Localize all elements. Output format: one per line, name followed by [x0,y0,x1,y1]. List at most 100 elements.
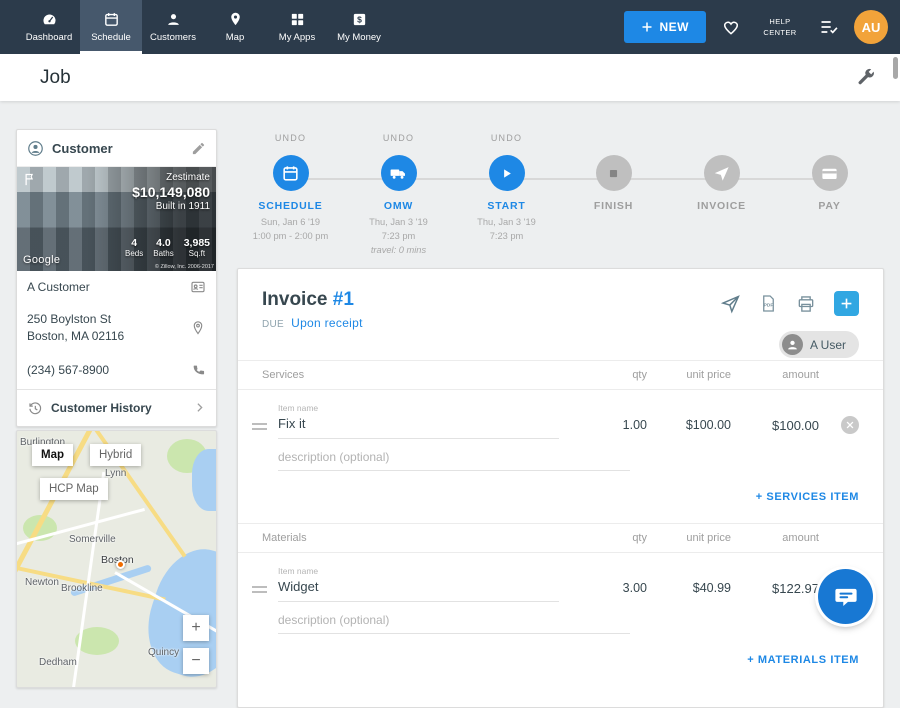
map-label-somerville: Somerville [69,534,116,545]
add-service-item-link[interactable]: + SERVICES ITEM [756,491,859,503]
customer-phone: (234) 567-8900 [27,363,109,377]
zoom-in-button[interactable]: + [183,615,209,641]
flag-icon[interactable] [23,172,38,187]
plus-icon [641,21,653,33]
customer-name: A Customer [27,280,90,294]
map-label-quincy: Quincy [148,647,179,658]
service-amount: $100.00 [731,418,819,433]
invoice-step-button[interactable] [704,155,740,191]
remove-item-icon[interactable] [841,416,859,434]
user-silhouette-icon [782,334,803,355]
tasks-icon[interactable] [819,17,839,37]
add-invoice-item-button[interactable] [834,291,859,316]
contact-card-icon[interactable] [190,279,206,295]
beds-value: 4 [125,237,143,249]
truck-icon [389,164,408,183]
apps-grid-icon [289,11,306,28]
finish-step-button[interactable] [596,155,632,191]
step-dates: Sun, Jan 6 '19 1:00 pm - 2:00 pm [237,216,344,244]
nav-tab-my-apps[interactable]: My Apps [266,0,328,54]
start-step-button[interactable] [489,155,525,191]
drag-handle-icon[interactable] [252,420,278,433]
material-description-input[interactable] [278,611,630,634]
nav-tab-label: Map [226,32,244,43]
service-unit-price[interactable]: $100.00 [647,418,731,432]
location-pin-icon[interactable] [190,320,206,336]
customer-card-title: Customer [52,141,113,156]
drag-handle-icon[interactable] [252,583,278,596]
step-label: OMW [345,200,452,212]
service-description-input[interactable] [278,448,630,471]
material-qty[interactable]: 3.00 [585,581,647,595]
service-qty[interactable]: 1.00 [585,418,647,432]
map-widget[interactable]: Burlington Lynn Somerville Boston Newton… [16,430,217,688]
nav-tab-map[interactable]: Map [204,0,266,54]
nav-tab-schedule[interactable]: Schedule [80,0,142,54]
address-line1: 250 Boylston St [27,311,124,328]
due-terms-link[interactable]: Upon receipt [291,316,363,330]
nav-tab-my-money[interactable]: $ My Money [328,0,390,54]
material-unit-price[interactable]: $40.99 [647,581,731,595]
due-label: DUE [262,319,284,330]
map-label-dedham: Dedham [39,657,77,668]
add-service-row: + SERVICES ITEM [238,471,883,523]
scrollbar-thumb[interactable] [893,57,898,79]
credit-card-icon [820,164,839,183]
sqft-label: Sq.ft [184,249,210,258]
calendar-icon [281,164,300,183]
pdf-icon[interactable]: PDF [759,294,778,313]
help-center-link[interactable]: HELP CENTER [756,16,804,39]
assigned-user-chip[interactable]: A User [779,331,859,358]
send-invoice-icon[interactable] [720,293,741,314]
add-material-item-link[interactable]: + MATERIALS ITEM [747,654,859,666]
nav-tab-dashboard[interactable]: Dashboard [18,0,80,54]
customer-history-row[interactable]: Customer History [17,390,216,426]
invoice-actions: PDF [720,291,859,316]
item-name-label: Item name [278,566,559,576]
chat-launcher-button[interactable] [818,569,873,624]
nav-tabs: Dashboard Schedule Customers Map My Apps… [0,0,390,54]
amount-column-header: amount [731,369,819,381]
add-material-row: + MATERIALS ITEM [238,634,883,686]
amount-column-header: amount [731,532,819,544]
unit-price-column-header: unit price [647,532,731,544]
new-button[interactable]: NEW [624,11,707,43]
invoice-title: Invoice [262,289,327,310]
omw-step-button[interactable] [381,155,417,191]
sqft-value: 3,985 [184,237,210,249]
step-start: UNDO START Thu, Jan 3 '19 7:23 pm [453,133,560,244]
credit-card-icon-step[interactable] [812,155,848,191]
undo-schedule-button[interactable]: UNDO [237,133,344,148]
hcp-map-button[interactable]: HCP Map [40,478,108,500]
map-type-hybrid-button[interactable]: Hybrid [90,444,141,466]
phone-icon[interactable] [190,362,206,378]
page-bar: Job [0,54,900,101]
edit-pencil-icon[interactable] [191,141,206,156]
material-amount: $122.97 [731,581,819,596]
job-tools-icon[interactable] [855,67,876,88]
customer-phone-row: (234) 567-8900 [17,354,216,390]
materials-section-label: Materials [262,532,585,544]
beds-label: Beds [125,249,143,258]
map-water [192,449,217,511]
service-name-input[interactable] [278,413,559,439]
qty-column-header: qty [585,532,647,544]
undo-start-button[interactable]: UNDO [453,133,560,148]
schedule-step-button[interactable] [273,155,309,191]
nav-tab-customers[interactable]: Customers [142,0,204,54]
map-type-map-button[interactable]: Map [32,444,73,466]
zestimate-label: Zestimate [132,172,210,183]
material-name-input[interactable] [278,576,559,602]
item-name-label: Item name [278,403,559,413]
send-icon [712,164,731,183]
svg-text:PDF: PDF [764,303,774,309]
nav-right-group: NEW HELP CENTER AU [624,0,900,54]
dashboard-icon [41,11,58,28]
step-label: SCHEDULE [237,200,344,212]
user-avatar[interactable]: AU [854,10,888,44]
print-icon[interactable] [796,294,816,314]
undo-omw-button[interactable]: UNDO [345,133,452,148]
history-icon [27,400,43,416]
heart-icon[interactable] [721,17,741,37]
zoom-out-button[interactable]: − [183,648,209,674]
